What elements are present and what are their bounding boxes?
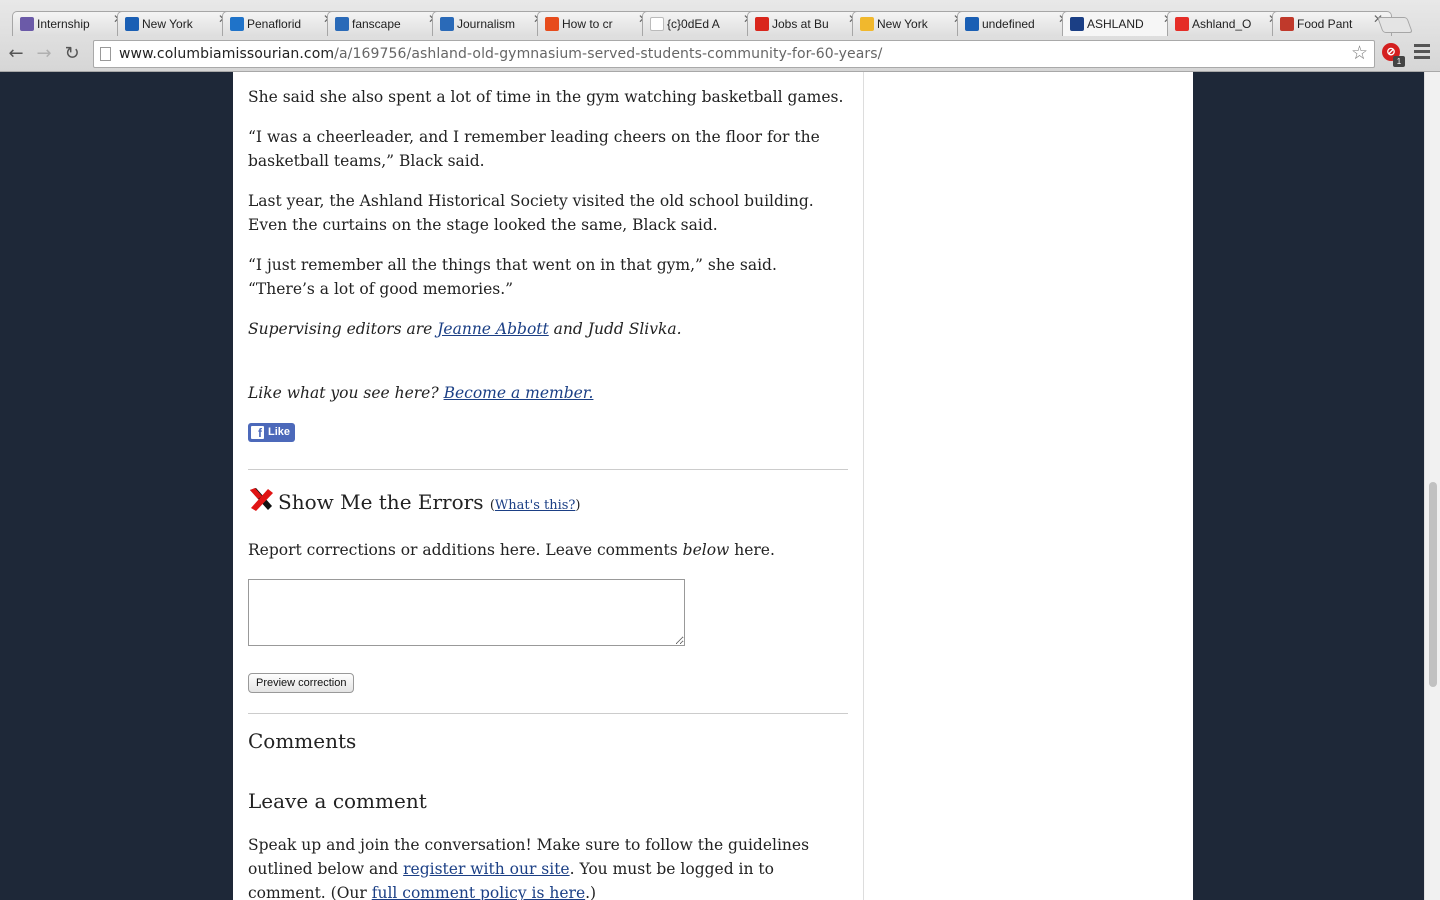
address-bar[interactable]: www.columbiamissourian.com/a/169756/ashl… — [93, 40, 1375, 68]
become-member-link[interactable]: Become a member. — [444, 384, 594, 402]
membership-text: Like what you see here? — [248, 384, 444, 402]
tab-title: Penaflorid — [247, 17, 302, 31]
divider — [248, 713, 848, 714]
errors-desc-emphasis: below — [682, 541, 730, 559]
bookmark-star-icon[interactable]: ☆ — [1351, 42, 1368, 64]
comment-guidelines-text: .) — [585, 884, 597, 900]
page-icon — [100, 47, 111, 61]
youtube-icon — [1175, 17, 1189, 31]
preview-correction-button[interactable]: Preview correction — [248, 673, 355, 693]
linkedin-icon — [440, 17, 454, 31]
paw-icon — [20, 17, 34, 31]
membership-prompt: Like what you see here? Become a member. — [248, 381, 848, 405]
browser-tab[interactable]: Food Pant✕ — [1272, 11, 1392, 36]
scrollbar-thumb[interactable] — [1429, 482, 1437, 687]
article-paragraph: “I was a cheerleader, and I remember lea… — [248, 128, 820, 170]
errors-title-text: Show Me the Errors — [278, 490, 484, 514]
url-text[interactable]: www.columbiamissourian.com/a/169756/ashl… — [119, 46, 883, 62]
mizzou-icon — [860, 17, 874, 31]
comments-heading: Comments — [248, 729, 357, 753]
editor-link-jeanne-abbott[interactable]: Jeanne Abbott — [437, 320, 549, 338]
outlook-icon — [230, 17, 244, 31]
browser-tab[interactable]: Ashland_O✕ — [1167, 11, 1287, 36]
tab-title: Jobs at Bu — [772, 17, 829, 31]
browser-toolbar: ← → ↻ www.columbiamissourian.com/a/16975… — [0, 36, 1440, 72]
editors-prefix: Supervising editors are — [248, 320, 438, 338]
comment-guidelines: Speak up and join the conversation! Make… — [248, 833, 848, 900]
vertical-scrollbar[interactable] — [1424, 72, 1440, 900]
comment-policy-link[interactable]: full comment policy is here — [372, 884, 585, 900]
forward-arrow-icon[interactable]: → — [32, 42, 56, 66]
reload-icon[interactable]: ↻ — [60, 42, 84, 66]
facebook-like-label: Like — [268, 426, 291, 438]
browser-tab[interactable]: Journalism✕ — [432, 11, 552, 36]
missourian-m-icon — [1070, 17, 1084, 31]
tab-title: Journalism — [457, 17, 516, 31]
chrome-menu-icon[interactable] — [1414, 44, 1430, 60]
browser-tab[interactable]: New York✕ — [117, 11, 237, 36]
tab-title: New York — [877, 17, 928, 31]
windows-icon — [545, 17, 559, 31]
tab-title: Ashland_O — [1192, 17, 1252, 31]
new-tab-button[interactable] — [1377, 17, 1413, 33]
article-paragraph: Last year, the Ashland Historical Societ… — [248, 192, 814, 234]
browser-tab[interactable]: undefined✕ — [957, 11, 1077, 36]
browser-tab[interactable]: Penaflorid✕ — [222, 11, 342, 36]
red-x-icon — [250, 488, 273, 511]
tab-title: ASHLAND — [1087, 17, 1144, 31]
browser-chrome: Internship✕New York✕Penaflorid✕fanscape✕… — [0, 0, 1440, 72]
tab-title: fanscape — [352, 17, 401, 31]
correction-textarea[interactable] — [248, 579, 685, 646]
browser-tab[interactable]: fanscape✕ — [327, 11, 447, 36]
whats-this-link[interactable]: What's this? — [495, 498, 575, 513]
sidebar-column — [863, 72, 1193, 900]
browser-tab[interactable]: ASHLAND✕ — [1062, 11, 1182, 36]
divider — [248, 469, 848, 470]
whats-this-wrapper: (What's this?) — [489, 498, 581, 513]
tab-title: undefined — [982, 17, 1035, 31]
linkedin-icon — [335, 17, 349, 31]
tab-strip: Internship✕New York✕Penaflorid✕fanscape✕… — [0, 0, 1440, 36]
pantry-icon — [1280, 17, 1294, 31]
errors-description: Report corrections or additions here. Le… — [248, 538, 848, 562]
blank-page-icon — [650, 17, 664, 31]
browser-tab[interactable]: Internship✕ — [12, 11, 132, 36]
browser-tab[interactable]: New York✕ — [852, 11, 972, 36]
browser-tab[interactable]: {c}0dEd A✕ — [642, 11, 762, 36]
supervising-editors: Supervising editors are Jeanne Abbott an… — [248, 317, 848, 341]
facebook-like-button[interactable]: f Like — [248, 423, 295, 442]
leave-comment-heading: Leave a comment — [248, 789, 427, 813]
browser-tab[interactable]: Jobs at Bu✕ — [747, 11, 867, 36]
tab-title: Internship — [37, 17, 90, 31]
extension-badge: 1 — [1393, 56, 1405, 67]
errors-desc-text-end: here. — [729, 541, 775, 559]
vimeo-v-icon — [125, 17, 139, 31]
tab-title: How to cr — [562, 17, 613, 31]
buzzfeed-icon — [755, 17, 769, 31]
errors-desc-text: Report corrections or additions here. Le… — [248, 541, 683, 559]
register-link[interactable]: register with our site — [403, 860, 569, 878]
tab-title: {c}0dEd A — [667, 17, 720, 31]
article-paragraph: “I just remember all the things that wen… — [248, 256, 777, 298]
facebook-icon: f — [251, 426, 264, 440]
tab-title: New York — [142, 17, 193, 31]
editors-suffix: and Judd Slivka. — [548, 320, 682, 338]
browser-tab[interactable]: How to cr✕ — [537, 11, 657, 36]
tab-title: Food Pant — [1297, 17, 1353, 31]
article-paragraph: She said she also spent a lot of time in… — [248, 88, 844, 106]
back-arrow-icon[interactable]: ← — [4, 42, 28, 66]
page-viewport: She said she also spent a lot of time in… — [0, 72, 1424, 900]
show-me-errors-heading: Show Me the Errors (What's this?) — [278, 490, 580, 514]
article-column: She said she also spent a lot of time in… — [233, 72, 863, 900]
vimeo-v-icon — [965, 17, 979, 31]
